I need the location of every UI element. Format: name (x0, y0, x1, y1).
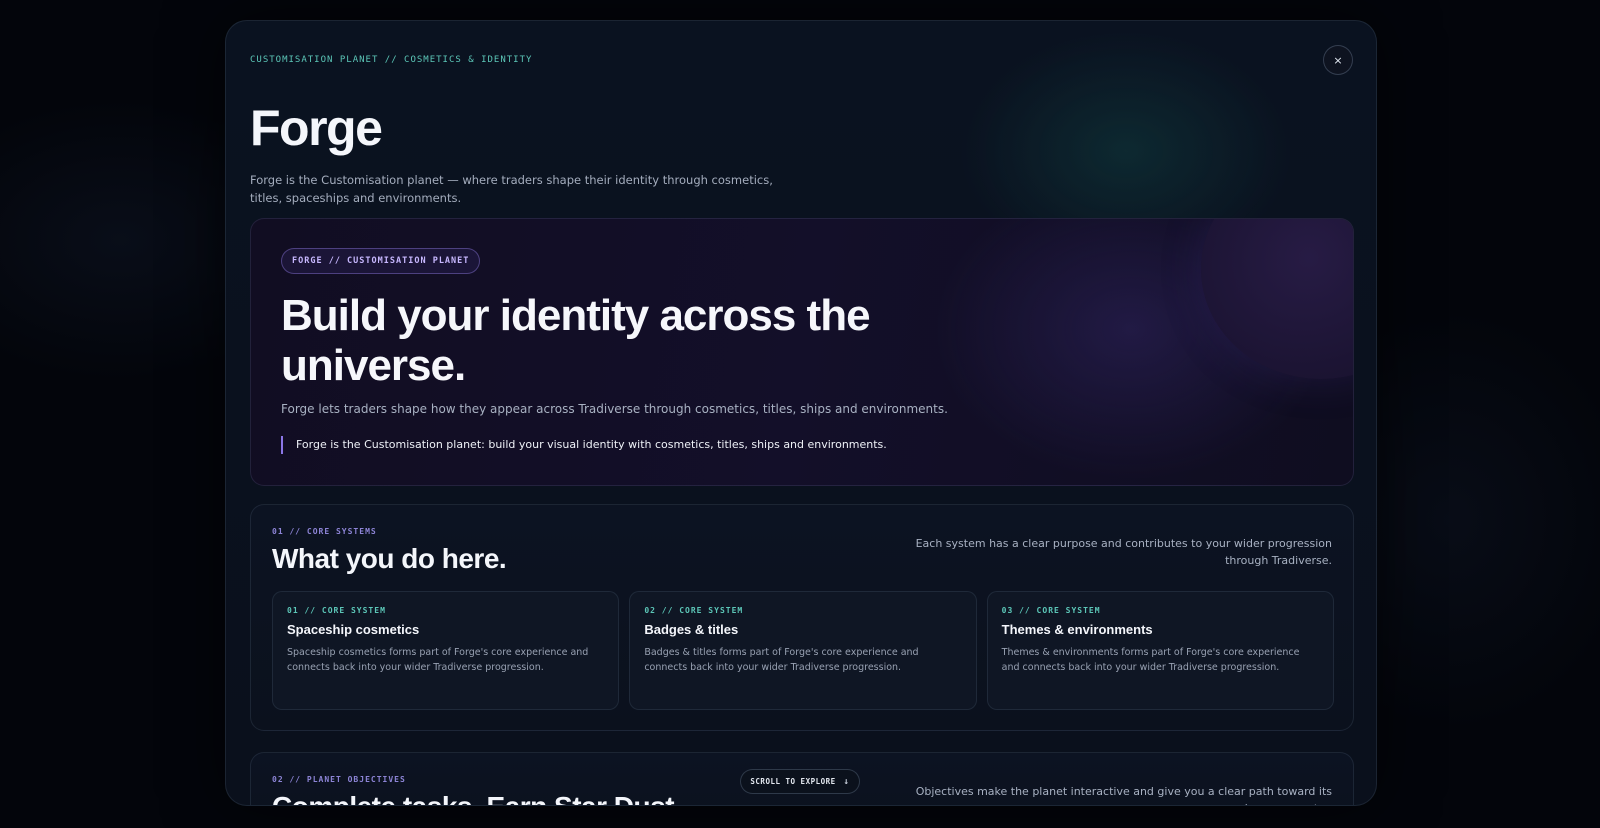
page-description: Forge is the Customisation planet — wher… (250, 173, 773, 205)
scroll-label: SCROLL TO EXPLORE (750, 777, 836, 786)
card-label: 03 // CORE SYSTEM (1001, 606, 1101, 615)
scroll-to-explore-button[interactable]: SCROLL TO EXPLORE ↓ (740, 769, 860, 794)
page-title: Forge (250, 100, 383, 156)
section-description: Objectives make the planet interactive a… (915, 785, 1332, 805)
planet-illustration (1201, 219, 1353, 379)
section-title: What you do here. (272, 543, 507, 574)
core-system-card-themes-environments[interactable]: 03 // CORE SYSTEM Themes & environments … (986, 591, 1334, 710)
card-label: 01 // CORE SYSTEM (287, 606, 386, 615)
card-title: Themes & environments (1001, 622, 1153, 637)
section-label: 02 // PLANET OBJECTIVES (272, 775, 406, 784)
card-description: Themes & environments forms part of Forg… (1001, 647, 1300, 673)
section-description: Each system has a clear purpose and cont… (915, 537, 1332, 567)
section-title: Complete tasks. Earn Star Dust. (272, 791, 682, 805)
core-system-card-spaceship-cosmetics[interactable]: 01 // CORE SYSTEM Spaceship cosmetics Sp… (272, 591, 620, 710)
arrow-down-icon: ↓ (843, 776, 850, 787)
core-system-card-badges-titles[interactable]: 02 // CORE SYSTEM Badges & titles Badges… (629, 591, 977, 710)
hero-quote: Forge is the Customisation planet: build… (281, 436, 887, 454)
section-label: 01 // CORE SYSTEMS (272, 527, 377, 536)
hero-panel: FORGE // CUSTOMISATION PLANET Build your… (250, 218, 1354, 486)
card-title: Badges & titles (644, 622, 739, 637)
card-label: 02 // CORE SYSTEM (644, 606, 744, 615)
card-description: Badges & titles forms part of Forge's co… (644, 647, 919, 673)
hero-title: Build your identity across the universe. (281, 291, 871, 390)
hero-chip: FORGE // CUSTOMISATION PLANET (281, 248, 481, 274)
modal-eyebrow: CUSTOMISATION PLANET // COSMETICS & IDEN… (250, 55, 533, 65)
planet-modal: CUSTOMISATION PLANET // COSMETICS & IDEN… (225, 20, 1377, 806)
core-system-cards: 01 // CORE SYSTEM Spaceship cosmetics Sp… (272, 591, 1334, 710)
card-description: Spaceship cosmetics forms part of Forge'… (287, 647, 589, 673)
close-button[interactable]: × (1323, 45, 1353, 75)
hero-subtitle: Forge lets traders shape how they appear… (281, 402, 948, 416)
card-title: Spaceship cosmetics (287, 622, 420, 637)
core-systems-section: 01 // CORE SYSTEMS What you do here. Eac… (250, 504, 1354, 731)
